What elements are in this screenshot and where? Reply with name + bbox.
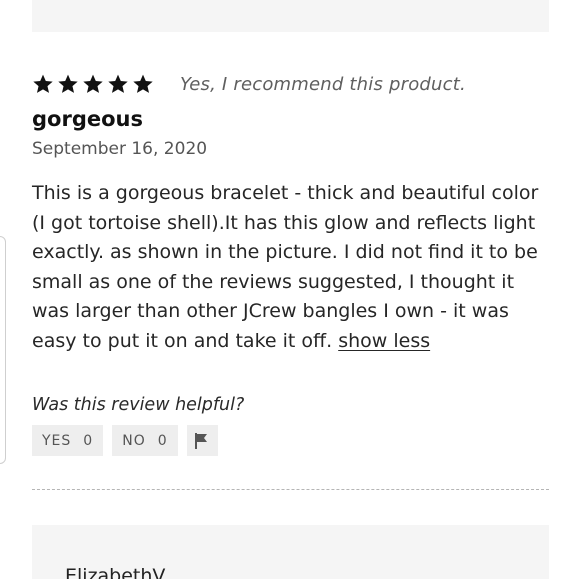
star-icon: [57, 73, 79, 95]
rating-row: Yes, I recommend this product.: [32, 70, 549, 98]
reviewer-name: ElizabethV: [65, 565, 166, 579]
no-count: 0: [157, 432, 168, 449]
next-review-card: ElizabethV: [32, 525, 549, 579]
yes-label: YES: [42, 432, 72, 449]
review-card: Yes, I recommend this product. gorgeous …: [32, 70, 549, 456]
reviews-page: Yes, I recommend this product. gorgeous …: [0, 0, 580, 579]
review-title: gorgeous: [32, 107, 143, 131]
review-date: September 16, 2020: [32, 139, 208, 159]
star-icon: [32, 73, 54, 95]
helpful-question: Was this review helpful?: [32, 395, 245, 415]
no-vote-button[interactable]: NO 0: [112, 425, 178, 456]
review-divider: [32, 489, 549, 490]
recommend-text: Yes, I recommend this product.: [180, 73, 466, 95]
star-icon: [82, 73, 104, 95]
yes-vote-button[interactable]: YES 0: [32, 425, 104, 456]
review-body: This is a gorgeous bracelet - thick and …: [32, 179, 549, 356]
star-icon: [132, 73, 154, 95]
helpful-votes: YES 0 NO 0: [32, 425, 549, 456]
review-body-text: This is a gorgeous bracelet - thick and …: [32, 182, 539, 352]
star-rating: [32, 73, 154, 95]
report-button[interactable]: [186, 425, 218, 456]
side-panel-edge: [0, 236, 6, 464]
star-icon: [107, 73, 129, 95]
show-less-link[interactable]: show less: [338, 330, 430, 352]
previous-review-panel: [32, 0, 549, 32]
no-label: NO: [122, 432, 146, 449]
yes-count: 0: [83, 432, 94, 449]
flag-icon: [193, 432, 211, 450]
